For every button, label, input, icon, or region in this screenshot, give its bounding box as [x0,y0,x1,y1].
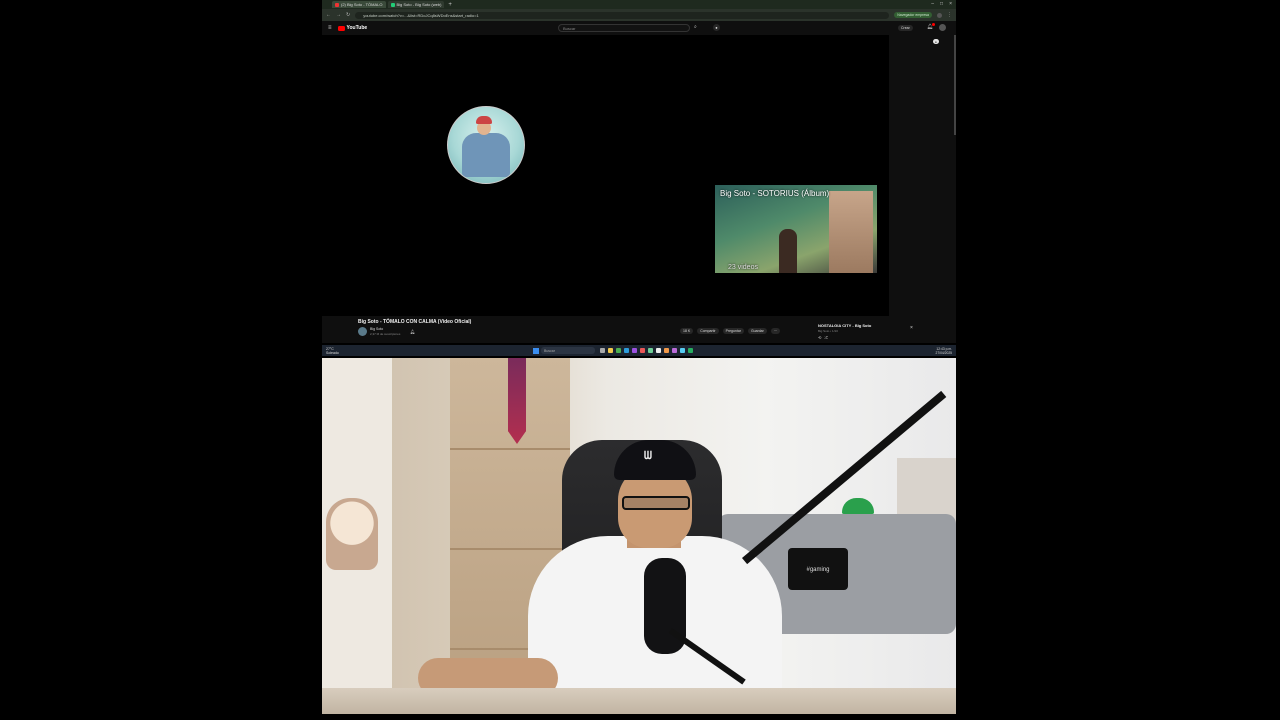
screen-capture: (2) Big Soto - TÓMALO Big Soto - Big Sot… [322,0,956,720]
profile-pill[interactable]: Navegador empresa [894,12,932,18]
browser-tab[interactable]: Big Soto - Big Soto (web) [387,1,445,8]
forward-icon[interactable]: → [336,12,341,18]
hamburger-menu-icon[interactable]: ≡ [328,25,332,31]
share-button[interactable]: Compartir [697,328,719,334]
clock-date: 27/04/2025 [935,351,952,355]
reload-icon[interactable]: ↻ [346,12,350,18]
browser-tabbar: (2) Big Soto - TÓMALO Big Soto - Big Sot… [322,0,956,9]
pillow-text: #gaming [806,567,830,573]
desk-edge [322,688,956,714]
address-toolbar: ← → ↻ youtube.com/watch?v=...&list=RDoJC… [322,9,956,21]
back-icon[interactable]: ← [326,12,331,18]
avatar-figure-cap [476,116,492,124]
video-player[interactable]: Big Soto - SOTORIUS (Álbum) 23 videos [322,35,889,316]
app-icon[interactable] [664,348,669,353]
youtube-page: ≡ YouTube Buscar ⌕ ● Crear 🔔︎ Big Soto -… [322,21,956,343]
close-playlist-icon[interactable]: × [910,325,913,331]
edge-icon[interactable] [624,348,629,353]
endscreen-playlist-card[interactable]: Big Soto - SOTORIUS (Álbum) 23 videos [715,185,877,273]
app-icon[interactable] [632,348,637,353]
task-view-icon[interactable] [600,348,605,353]
youtube-logo[interactable]: YouTube [337,25,368,31]
notifications-bell-icon[interactable]: 🔔︎ [927,23,936,30]
app-icon[interactable] [680,348,685,353]
new-tab-icon[interactable]: + [448,2,452,8]
channel-name[interactable]: Big Soto [370,327,383,331]
weather-widget[interactable]: 27°C Soleado [326,347,339,355]
maximize-icon[interactable]: □ [940,1,943,7]
youtube-logo-text: YouTube [346,25,368,31]
playlist-panel[interactable]: NOSTALGIA CITY - Big Soto Big Soto • 1/1… [818,323,914,345]
cap-logo: ᗯ [644,450,652,462]
video-meta-bar: Big Soto - TÓMALO CON CALMA (Video Ofici… [322,317,956,343]
card-building-art [829,191,873,273]
menu-icon[interactable]: ⋮ [947,12,952,18]
app-icon[interactable] [648,348,653,353]
chrome-icon[interactable] [616,348,621,353]
card-title: Big Soto - SOTORIUS (Álbum) [720,189,830,198]
channel-avatar[interactable] [358,327,367,336]
url-input[interactable]: youtube.com/watch?v=...&list=RDoJCq8sWDo… [355,11,890,19]
tab-label: (2) Big Soto - TÓMALO [341,2,383,7]
card-video-count: 23 videos [728,264,758,271]
webcam-feed: #gaming ᗯ [322,358,956,714]
youtube-favicon-icon [335,2,339,7]
ask-button[interactable]: Preguntar [722,328,744,334]
site-favicon-icon [390,2,395,7]
endscreen-channel-avatar[interactable] [447,106,525,184]
green-hat [842,498,874,514]
card-person-art [779,229,797,273]
shuffle-icon[interactable]: ⤮ [824,335,830,340]
app-icon[interactable] [656,348,661,353]
football-scarf [508,358,526,444]
video-actions: 18 K Compartir Preguntar Guardar ··· [680,328,781,334]
window-controls: – □ × [931,1,952,7]
door-seam [450,548,570,550]
start-windows-icon[interactable] [533,348,539,354]
app-icon[interactable] [672,348,677,353]
windows-taskbar: 27°C Soleado Buscar 12:43 p.m. 27/04/202… [322,345,956,356]
youtube-play-icon [337,25,345,31]
minimize-icon[interactable]: – [931,1,934,7]
microphone-icon[interactable]: ● [713,24,720,31]
app-icon[interactable] [688,348,693,353]
playlist-controls: ⟲⤮ [818,335,914,340]
scrollbar[interactable] [954,35,956,135]
like-button[interactable]: 18 K [680,328,694,334]
system-tray-clock[interactable]: 12:43 p.m. 27/04/2025 [935,347,952,355]
file-explorer-icon[interactable] [608,348,613,353]
playlist-title: NOSTALGIA CITY - Big Soto [818,323,872,328]
glasses [622,496,690,510]
badge-pill: ● [933,39,939,44]
search-input[interactable]: Buscar [558,24,690,32]
channel-subscribers: 2,37 M de suscriptores [370,332,401,336]
playlist-subtitle: Big Soto • 1/10 [818,329,838,333]
tab-label: Big Soto - Big Soto (web) [396,2,442,7]
close-icon[interactable]: × [949,1,952,7]
app-icon[interactable] [640,348,645,353]
avatar-figure-body [462,133,510,177]
door-seam [450,448,570,450]
save-button[interactable]: Guardar [747,328,767,334]
gaming-pillow: #gaming [788,548,848,590]
extension-icon[interactable] [937,12,942,18]
taskbar-search[interactable]: Buscar [541,347,595,354]
more-actions-button[interactable]: ··· [770,328,781,334]
search-icon[interactable]: ⌕ [694,24,697,30]
subscribe-bell-icon[interactable]: 🔔︎ [410,329,415,334]
account-avatar[interactable] [939,24,946,31]
taskbar-apps [600,348,693,353]
weather-desc: Soleado [326,350,339,355]
video-title: Big Soto - TÓMALO CON CALMA (Video Ofici… [358,319,472,325]
browser-tab-active[interactable]: (2) Big Soto - TÓMALO [332,1,386,8]
plush-toy [326,498,378,570]
create-button[interactable]: Crear [898,25,913,31]
